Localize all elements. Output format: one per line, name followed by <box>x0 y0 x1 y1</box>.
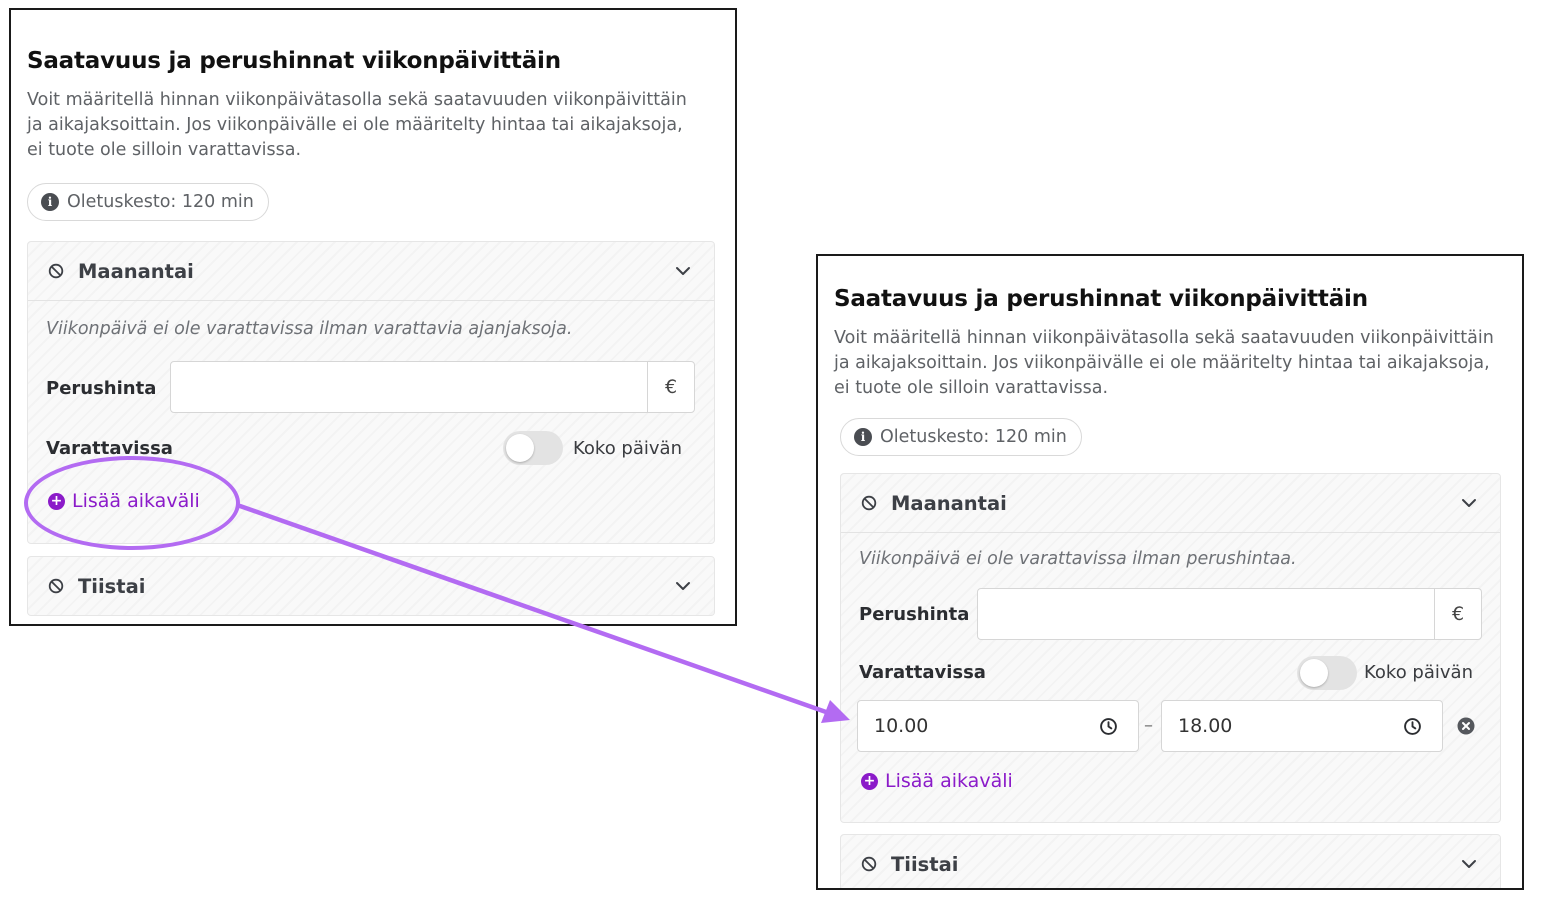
annotation-arrow <box>237 503 850 723</box>
